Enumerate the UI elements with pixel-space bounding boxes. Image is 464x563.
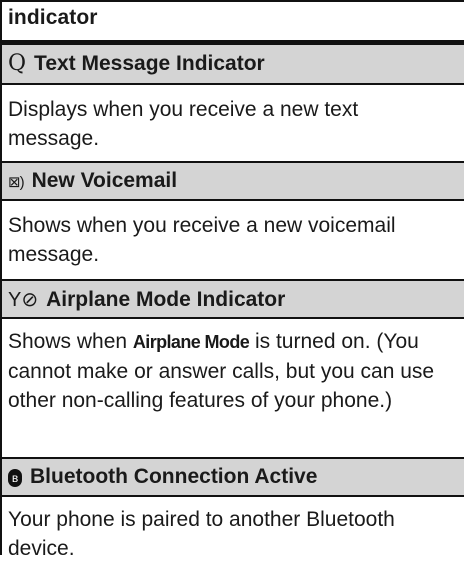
row-title-text-message: Q Text Message Indicator	[0, 45, 464, 83]
row-description-new-voicemail: Shows when you receive a new voicemail m…	[0, 199, 464, 279]
row-description-text-message: Displays when you receive a new text mes…	[0, 83, 464, 161]
row-description-text: Shows when Airplane Mode is turned on. (…	[8, 330, 435, 412]
text-message-icon: Q	[8, 51, 27, 76]
row-description-text: Your phone is paired to another Bluetoot…	[8, 508, 395, 560]
row-description-bluetooth: Your phone is paired to another Bluetoot…	[0, 495, 464, 560]
voicemail-icon: ⊠)	[8, 174, 25, 191]
row-description-text: Displays when you receive a new text mes…	[8, 98, 359, 150]
row-title-label: Bluetooth Connection Active	[30, 465, 318, 488]
table-top-border	[0, 0, 464, 2]
row-title-new-voicemail: ⊠) New Voicemail	[0, 161, 464, 199]
bluetooth-icon: ʙ	[8, 469, 22, 487]
row-title-label: Text Message Indicator	[34, 52, 265, 75]
row-title-bluetooth: ʙ Bluetooth Connection Active	[0, 457, 464, 495]
column-header-indicator: indicator	[8, 6, 98, 29]
row-title-label: Airplane Mode Indicator	[46, 288, 286, 311]
row-title-label: New Voicemail	[31, 169, 178, 192]
row-title-airplane-mode: Y⊘ Airplane Mode Indicator	[0, 279, 464, 317]
table-header: indicator	[0, 0, 464, 40]
airplane-mode-setting-name: Airplane Mode	[132, 332, 250, 352]
table-left-border	[0, 0, 2, 555]
row-description-airplane-mode: Shows when Airplane Mode is turned on. (…	[0, 317, 464, 457]
airplane-mode-icon: Y⊘	[8, 289, 39, 311]
row-description-text: Shows when you receive a new voicemail m…	[8, 214, 396, 266]
